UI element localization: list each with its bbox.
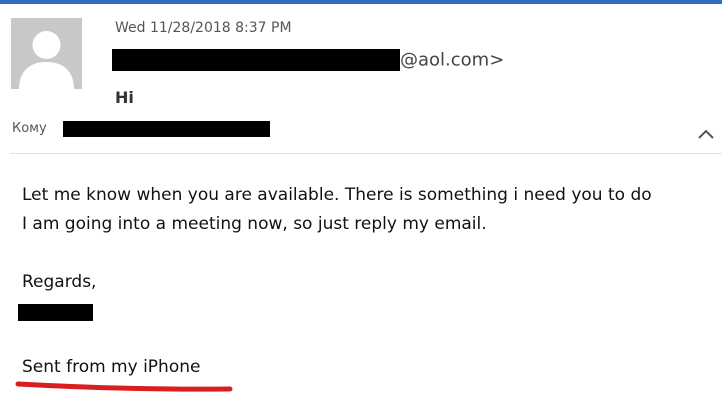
chevron-up-icon [698, 129, 714, 139]
person-silhouette-icon [11, 18, 82, 89]
collapse-header-button[interactable] [696, 126, 716, 142]
body-line-1: Let me know when you are available. Ther… [22, 185, 652, 205]
sender-domain: @aol.com> [400, 49, 505, 71]
sender-avatar [11, 18, 82, 89]
message-subject: Hi [115, 88, 134, 107]
to-label: Кому [12, 121, 47, 136]
body-signature-footer: Sent from my iPhone [22, 357, 201, 377]
signature-redaction [18, 304, 93, 321]
body-regards: Regards, [22, 272, 97, 292]
body-line-2: I am going into a meeting now, so just r… [22, 214, 487, 234]
sender-name-redaction [112, 49, 400, 71]
message-date: Wed 11/28/2018 8:37 PM [115, 20, 292, 36]
window-top-border [0, 0, 722, 4]
header-divider [10, 153, 722, 154]
red-underline-annotation [15, 381, 233, 392]
recipient-redaction [63, 121, 270, 137]
sender-address[interactable]: @aol.com> [112, 49, 504, 75]
